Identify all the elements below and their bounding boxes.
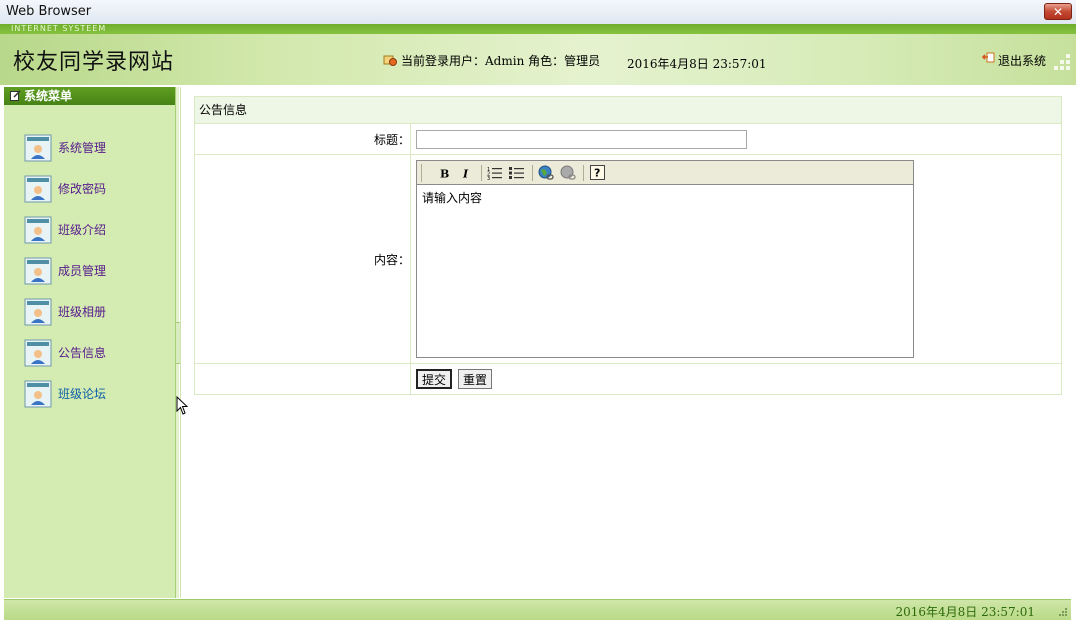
italic-button[interactable]: I xyxy=(456,163,476,183)
user-card-icon xyxy=(24,380,52,407)
user-card-icon xyxy=(24,175,52,202)
status-bar: 2016年4月8日 23:57:01 xyxy=(4,599,1071,620)
insert-link-button[interactable] xyxy=(536,163,556,183)
user-info-text: 当前登录用户：Admin 角色：管理员 xyxy=(401,54,601,68)
sidebar-item-label: 班级相册 xyxy=(58,305,107,319)
svg-text:?: ? xyxy=(594,167,600,180)
bold-icon: B xyxy=(440,167,449,179)
sidebar-item-label: 公告信息 xyxy=(58,346,107,360)
user-card-icon xyxy=(24,216,52,243)
rich-text-editor: B I 1 2 3 ? 请输入内容 xyxy=(416,160,914,358)
user-card-icon xyxy=(24,339,52,366)
globe-link-icon xyxy=(538,165,554,180)
header-decoration-dots xyxy=(1054,54,1070,70)
window-title: Web Browser xyxy=(6,4,92,19)
globe-unlink-icon xyxy=(560,165,576,180)
unordered-list-button[interactable] xyxy=(507,163,527,183)
sidebar-item-label: 班级论坛 xyxy=(58,387,107,401)
sidebar-item-change-password[interactable]: 修改密码 xyxy=(24,168,106,209)
logout-label: 退出系统 xyxy=(998,54,1047,68)
sidebar-item-label: 修改密码 xyxy=(58,182,107,196)
footer-datetime: 2016年4月8日 23:57:01 xyxy=(895,605,1035,619)
sidebar-item-announcements[interactable]: 公告信息 xyxy=(24,332,106,373)
header-tagline: INTERNET SYSTEEM xyxy=(11,24,107,33)
user-lock-icon xyxy=(383,55,397,66)
user-card-icon xyxy=(24,257,52,284)
title-row: 标题： xyxy=(195,124,1061,155)
toolbar-separator xyxy=(583,164,584,181)
window-close-button[interactable]: ✕ xyxy=(1044,3,1072,20)
button-row-label xyxy=(195,364,411,394)
sidebar-item-label: 系统管理 xyxy=(58,141,107,155)
sidebar-item-system-management[interactable]: 系统管理 xyxy=(24,127,106,168)
sidebar-item-member-management[interactable]: 成员管理 xyxy=(24,250,106,291)
exit-icon xyxy=(981,52,995,63)
sidebar-item-class-intro[interactable]: 班级介绍 xyxy=(24,209,106,250)
toolbar-separator xyxy=(481,164,482,181)
ordered-list-icon: 1 2 3 xyxy=(487,167,502,180)
logout-link[interactable]: 退出系统 xyxy=(981,52,1047,69)
svg-text:3: 3 xyxy=(487,176,490,180)
header-top-band xyxy=(0,24,1076,34)
site-name: 校友同学录网站 xyxy=(13,50,175,75)
edit-icon xyxy=(10,90,21,101)
resize-grip-icon[interactable] xyxy=(1057,606,1069,618)
ordered-list-button[interactable]: 1 2 3 xyxy=(485,163,505,183)
sidebar-header: 系统菜单 xyxy=(4,87,175,105)
user-card-icon xyxy=(24,298,52,325)
unordered-list-icon xyxy=(509,166,524,179)
bold-button[interactable]: B xyxy=(434,163,454,183)
italic-icon: I xyxy=(462,167,469,179)
sidebar-nav: 系统管理 修改密码 班级介绍 成员管理 班级相册 公告信息 班级论坛 xyxy=(24,127,106,414)
help-icon: ? xyxy=(589,165,605,180)
main-content: 公告信息 标题： 内容： B I 1 2 3 ? 请输入内容 提交 重置 xyxy=(180,87,1072,598)
announcement-form: 公告信息 标题： 内容： B I 1 2 3 ? 请输入内容 提交 重置 xyxy=(194,96,1062,395)
sidebar-item-label: 成员管理 xyxy=(58,264,107,278)
title-input[interactable] xyxy=(416,129,747,149)
toolbar-separator xyxy=(532,164,533,181)
reset-button[interactable]: 重置 xyxy=(458,369,493,389)
sidebar: 系统菜单 系统管理 修改密码 班级介绍 成员管理 班级相册 公告信息 班级论坛 xyxy=(4,87,176,598)
editor-toolbar: B I 1 2 3 ? xyxy=(417,161,913,185)
sidebar-splitter[interactable] xyxy=(176,87,183,598)
title-label: 标题： xyxy=(195,124,411,154)
content-editor-area[interactable]: 请输入内容 xyxy=(417,185,913,357)
svg-text:B: B xyxy=(440,167,449,179)
section-title: 公告信息 xyxy=(195,97,1061,124)
site-header: INTERNET SYSTEEM 校友同学录网站 当前登录用户：Admin 角色… xyxy=(0,24,1076,85)
mouse-cursor-icon xyxy=(176,396,189,415)
svg-text:I: I xyxy=(462,167,469,179)
submit-button[interactable]: 提交 xyxy=(416,369,453,389)
sidebar-item-class-forum[interactable]: 班级论坛 xyxy=(24,373,106,414)
sidebar-item-class-album[interactable]: 班级相册 xyxy=(24,291,106,332)
user-card-icon xyxy=(24,134,52,161)
header-datetime: 2016年4月8日 23:57:01 xyxy=(627,57,767,71)
sidebar-title: 系统菜单 xyxy=(24,89,73,103)
help-button[interactable]: ? xyxy=(587,163,607,183)
content-row: 内容： B I 1 2 3 ? 请输入内容 xyxy=(195,155,1061,364)
button-row: 提交 重置 xyxy=(195,364,1061,394)
window-titlebar: Web Browser ✕ xyxy=(0,0,1076,25)
content-label: 内容： xyxy=(195,155,411,363)
sidebar-item-label: 班级介绍 xyxy=(58,223,107,237)
toolbar-grip xyxy=(421,163,428,182)
remove-link-button[interactable] xyxy=(558,163,578,183)
current-user-info: 当前登录用户：Admin 角色：管理员 xyxy=(383,52,600,69)
close-icon: ✕ xyxy=(1052,5,1064,19)
